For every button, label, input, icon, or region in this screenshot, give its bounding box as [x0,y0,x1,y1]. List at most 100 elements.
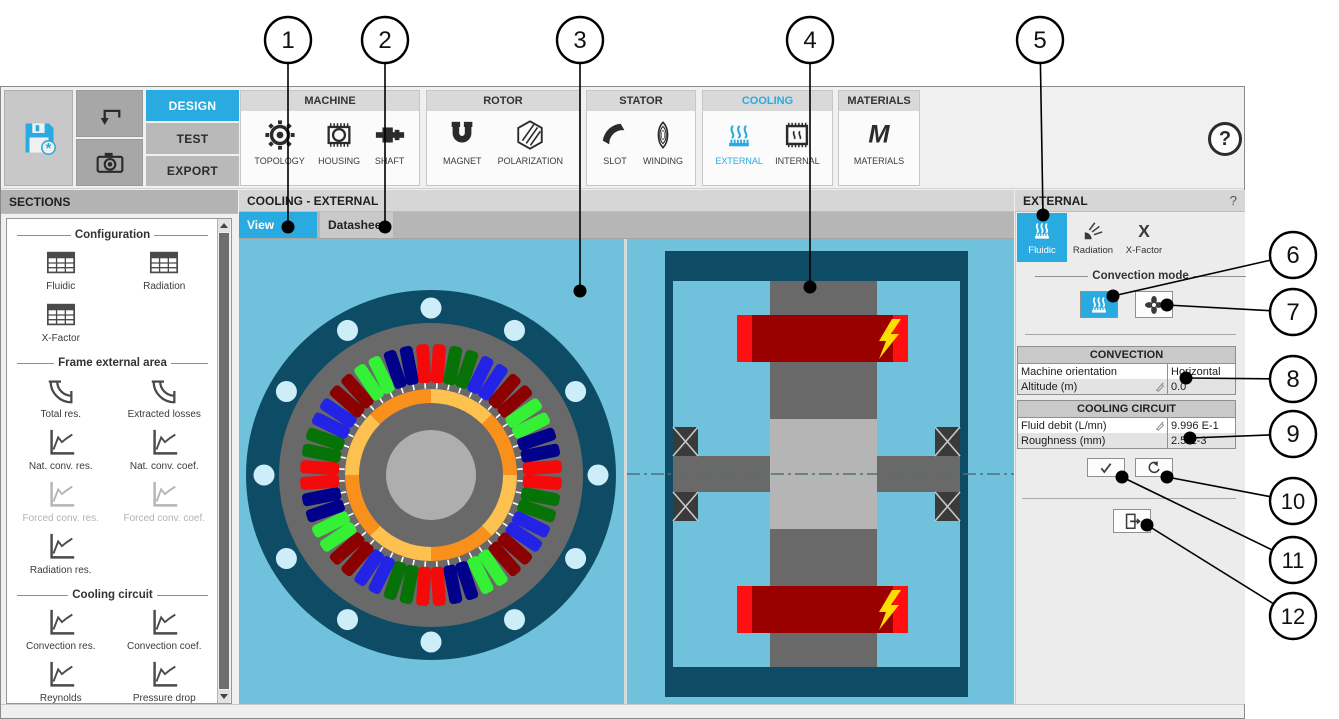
apply-button[interactable] [1087,458,1125,477]
section-group-items: FluidicRadiationX-Factor [7,243,218,353]
sidebar-item-forced-conv-coef: Forced conv. coef. [113,479,217,524]
scroll-up-icon[interactable] [218,219,230,232]
callout-circle-8 [1270,356,1316,402]
row-label: Roughness (mm) [1018,435,1167,447]
svg-text:*: * [45,141,51,157]
toolbar-group-title: COOLING [703,91,832,111]
sidebar-item-convection-coef[interactable]: Convection coef. [113,607,217,652]
radial-view[interactable] [239,239,624,704]
table-icon [45,247,77,279]
toolbar-item-internal[interactable]: INTERNAL [775,119,820,166]
natural-convection-toggle[interactable] [1080,291,1118,318]
toolbar-item-label: HOUSING [318,156,360,166]
panel-tab-radiation[interactable]: Radiation [1067,213,1119,262]
chart-icon [148,479,180,511]
cooling-internal-icon [781,119,813,151]
toolbar-group-title: ROTOR [427,91,579,111]
toolbar-item-housing[interactable]: HOUSING [318,119,360,166]
tab-design[interactable]: DESIGN [146,90,239,121]
scrollbar-thumb[interactable] [219,233,229,689]
sidebar-item-radiation[interactable]: Radiation [113,247,217,292]
toolbar-group-cooling: COOLING EXTERNAL INTERNAL [702,90,833,186]
callout-circle-11 [1270,537,1316,583]
save-icon: * [20,119,58,157]
callout-number-3: 3 [573,27,586,54]
axial-cross-section [627,239,1014,704]
sidebar-item-extracted-losses[interactable]: Extracted losses [113,375,217,420]
toolbar-item-polarization[interactable]: POLARIZATION [498,119,563,166]
sidebar-item-pressure-drop[interactable]: Pressure drop [113,659,217,703]
toolbar-group-rotor: ROTOR MAGNET POLARIZATION [426,90,580,186]
callout-number-7: 7 [1286,299,1299,326]
machine-orientation-value[interactable]: Horizontal [1167,364,1235,379]
sidebar-item-fluidic[interactable]: Fluidic [9,247,113,292]
tab-datasheet[interactable]: Datasheet [320,212,393,238]
callout-circle-6 [1270,232,1316,278]
sidebar-item-nat-conv-res[interactable]: Nat. conv. res. [9,427,113,472]
toolbar-item-label: WINDING [643,156,683,166]
callout-number-12: 12 [1281,604,1305,629]
toolbar-item-external[interactable]: EXTERNAL [715,119,763,166]
fluidic-icon [1031,220,1053,242]
tab-export[interactable]: EXPORT [146,156,239,186]
callout-circle-10 [1270,478,1316,524]
toolbar-group-materials: MATERIALSMMATERIALS [838,90,920,186]
help-button[interactable]: ? [1208,122,1242,156]
panel-tab-x-factor[interactable]: XX-Factor [1119,213,1169,262]
toolbar-item-shaft[interactable]: SHAFT [374,119,406,166]
sidebar-scrollbar[interactable] [217,219,231,703]
axial-view[interactable] [627,239,1014,704]
panel-title: EXTERNAL [1023,194,1088,208]
restore-button[interactable] [1135,458,1173,477]
section-group-title: Frame external area [17,357,208,369]
callout-number-6: 6 [1286,242,1299,269]
toolbar-group-title: MACHINE [241,91,419,111]
sidebar-item-nat-conv-coef[interactable]: Nat. conv. coef. [113,427,217,472]
slot-icon [599,119,631,151]
toolbar-item-label: MAGNET [443,156,482,166]
convection-forced-icon [1143,294,1165,316]
roughness-value[interactable]: 2.5 E-3 [1167,433,1235,448]
sections-header: SECTIONS [1,190,238,214]
toolbar-item-magnet[interactable]: MAGNET [443,119,482,166]
panel-help-button[interactable]: ? [1230,193,1237,208]
tab-test[interactable]: TEST [146,123,239,154]
tab-view[interactable]: View [239,212,317,238]
sidebar-item-label: Pressure drop [133,693,196,703]
toolbar-item-materials[interactable]: MMATERIALS [854,119,904,166]
shaft-icon [374,119,406,151]
snapshot-button[interactable] [76,139,143,186]
toolbar-item-winding[interactable]: WINDING [643,119,683,166]
panel-separator [1025,334,1236,335]
toolbar-item-label: MATERIALS [854,156,904,166]
altitude-value[interactable]: 0.0 [1167,379,1235,394]
callout-number-4: 4 [803,27,816,54]
callout-circle-12 [1270,593,1316,639]
table-icon [148,247,180,279]
sidebar-item-convection-res[interactable]: Convection res. [9,607,113,652]
convection-mode-legend: Convection mode [1035,270,1246,282]
forced-convection-toggle[interactable] [1135,291,1173,318]
export-button[interactable] [1113,509,1151,533]
sidebar-item-x-factor[interactable]: X-Factor [9,299,113,344]
sidebar-item-total-res[interactable]: Total res. [9,375,113,420]
sidebar-item-reynolds[interactable]: Reynolds [9,659,113,703]
page: * DESIGN TEST EXPORT MACHINE TOPOLOGY HOUS… [0,0,1339,719]
table-title: COOLING CIRCUIT [1018,401,1235,418]
toolbar-item-slot[interactable]: SLOT [599,119,631,166]
sections-list: Configuration FluidicRadiationX-Factor Fra… [7,219,218,703]
table-row: Machine orientation Horizontal [1018,364,1235,379]
section-group-title: Configuration [17,229,208,241]
save-button[interactable]: * [4,90,73,186]
fluid-debit-value[interactable]: 9.996 E-1 [1167,418,1235,433]
panel-tab-fluidic[interactable]: Fluidic [1017,213,1067,262]
sidebar-item-label: Convection coef. [127,641,202,652]
callout-number-5: 5 [1033,27,1046,54]
scroll-down-icon[interactable] [218,690,230,703]
undo-button[interactable] [76,90,143,137]
panel-tab-bar: FluidicRadiationXX-Factor [1017,213,1177,262]
toolbar-item-topology[interactable]: TOPOLOGY [254,119,304,166]
row-label: Fluid debit (L/mn) [1018,420,1153,432]
callout-number-10: 10 [1281,489,1305,514]
sidebar-item-radiation-res[interactable]: Radiation res. [9,531,113,576]
